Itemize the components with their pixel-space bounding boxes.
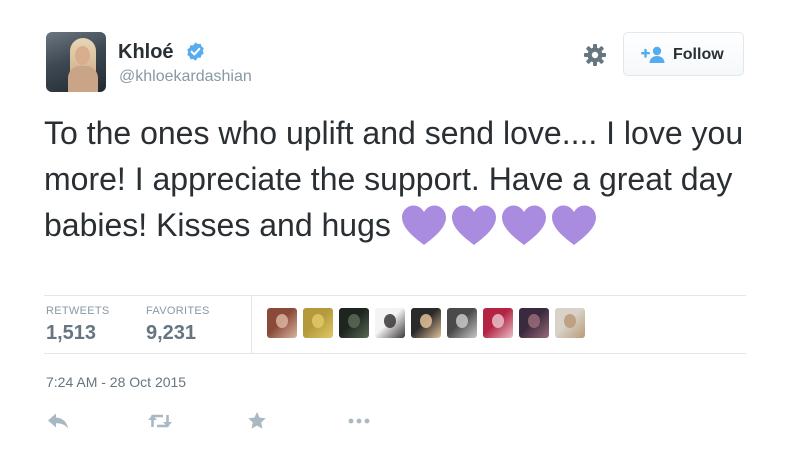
- tweet-card: Khloé @khloekardashian Follow To the one…: [0, 0, 790, 469]
- add-user-icon: [641, 46, 665, 63]
- purple-heart-emoji-icon: [401, 205, 446, 245]
- retweet-icon[interactable]: [147, 411, 173, 431]
- follow-button[interactable]: Follow: [623, 32, 744, 76]
- purple-heart-emoji-icon: [451, 205, 496, 245]
- purple-heart-emoji-icon: [501, 205, 546, 245]
- divider: [44, 295, 746, 296]
- profile-avatar[interactable]: [46, 32, 106, 92]
- stats-divider: [251, 296, 252, 353]
- favoriter-avatar-3[interactable]: [339, 308, 369, 338]
- user-handle[interactable]: @khloekardashian: [119, 67, 252, 87]
- favorites-count[interactable]: 9,231: [146, 320, 196, 346]
- gear-icon[interactable]: [583, 43, 607, 67]
- tweet-text: To the ones who uplift and send love....…: [44, 110, 744, 248]
- tweet-text-content: To the ones who uplift and send love....…: [44, 115, 744, 243]
- favoriter-avatar-8[interactable]: [519, 308, 549, 338]
- retweets-label: RETWEETS: [46, 305, 110, 317]
- favoriter-avatar-6[interactable]: [447, 308, 477, 338]
- purple-heart-emoji-icon: [551, 205, 596, 245]
- favoriter-avatar-7[interactable]: [483, 308, 513, 338]
- favorites-label: FAVORITES: [146, 305, 210, 317]
- verified-badge-icon: [187, 42, 204, 61]
- user-name[interactable]: Khloé: [118, 40, 174, 64]
- divider: [44, 353, 746, 354]
- favoriter-avatar-2[interactable]: [303, 308, 333, 338]
- reply-icon[interactable]: [47, 411, 69, 431]
- favoriter-avatar-4[interactable]: [375, 308, 405, 338]
- favoriter-avatar-9[interactable]: [555, 308, 585, 338]
- tweet-timestamp[interactable]: 7:24 AM - 28 Oct 2015: [46, 373, 186, 391]
- retweets-count[interactable]: 1,513: [46, 320, 96, 346]
- star-icon[interactable]: [247, 411, 267, 431]
- follow-button-label: Follow: [673, 46, 724, 63]
- more-icon[interactable]: [347, 411, 371, 431]
- favoriter-avatar-5[interactable]: [411, 308, 441, 338]
- favoriter-avatar-1[interactable]: [267, 308, 297, 338]
